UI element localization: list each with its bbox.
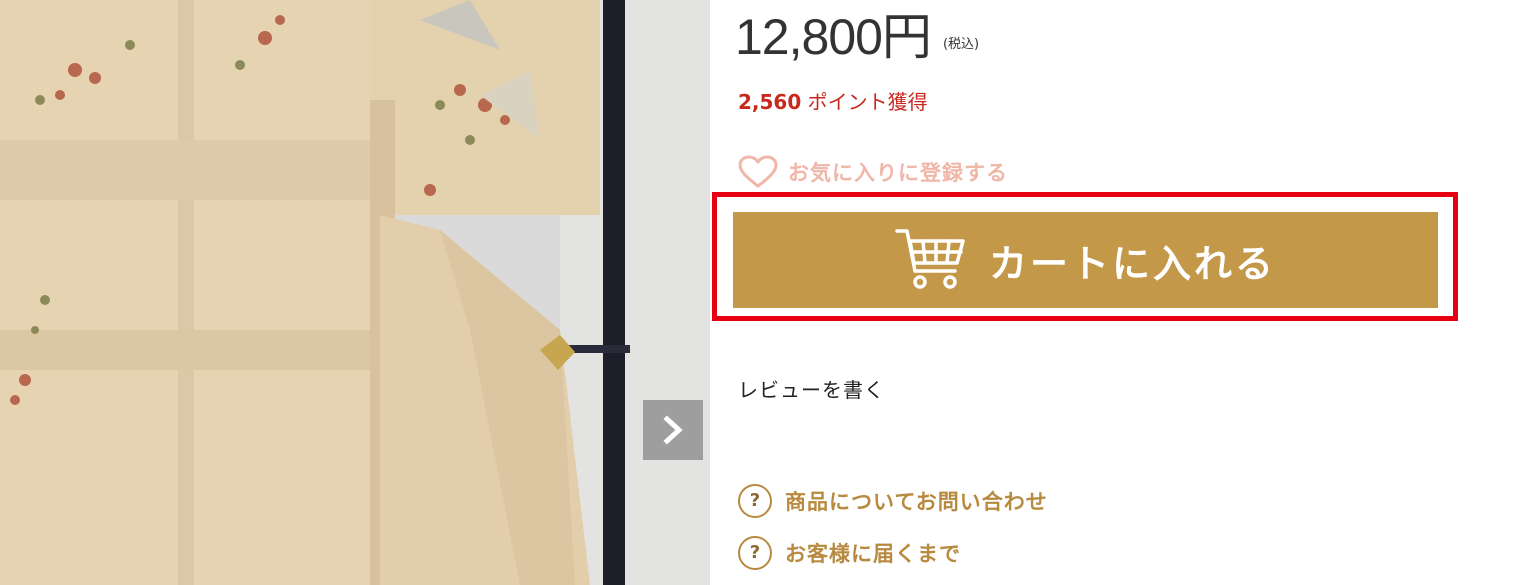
heart-icon — [738, 155, 778, 188]
add-to-cart-button[interactable]: カートに入れる — [733, 212, 1438, 308]
shopping-cart-icon — [895, 229, 965, 289]
product-inquiry-link[interactable]: ? 商品についてお問い合わせ — [738, 484, 1048, 518]
price-value: 12,800円 — [735, 9, 932, 65]
tax-note: (税込) — [942, 37, 980, 52]
product-price: 12,800円 (税込) — [735, 0, 979, 62]
add-to-cart-label: カートに入れる — [988, 241, 1276, 286]
product-detail-page: 12,800円 (税込) 2,560 ポイント獲得 お気に入りに登録する カート… — [0, 0, 1540, 585]
points-label: ポイント獲得 — [801, 90, 928, 114]
points-earned: 2,560 ポイント獲得 — [738, 88, 928, 116]
question-circle-icon: ? — [738, 536, 772, 570]
favorite-label: お気に入りに登録する — [788, 161, 1008, 185]
gallery-next-button[interactable] — [643, 400, 703, 460]
points-value: 2,560 — [738, 90, 802, 114]
delivery-label: お客様に届くまで — [785, 542, 961, 566]
delivery-info-link[interactable]: ? お客様に届くまで — [738, 536, 961, 570]
write-review-link[interactable]: レビューを書く — [738, 375, 885, 405]
product-image — [0, 0, 710, 585]
add-to-favorites-link[interactable]: お気に入りに登録する — [738, 155, 1008, 189]
chevron-right-icon — [663, 415, 683, 445]
question-circle-icon: ? — [738, 484, 772, 518]
inquiry-label: 商品についてお問い合わせ — [785, 490, 1048, 514]
